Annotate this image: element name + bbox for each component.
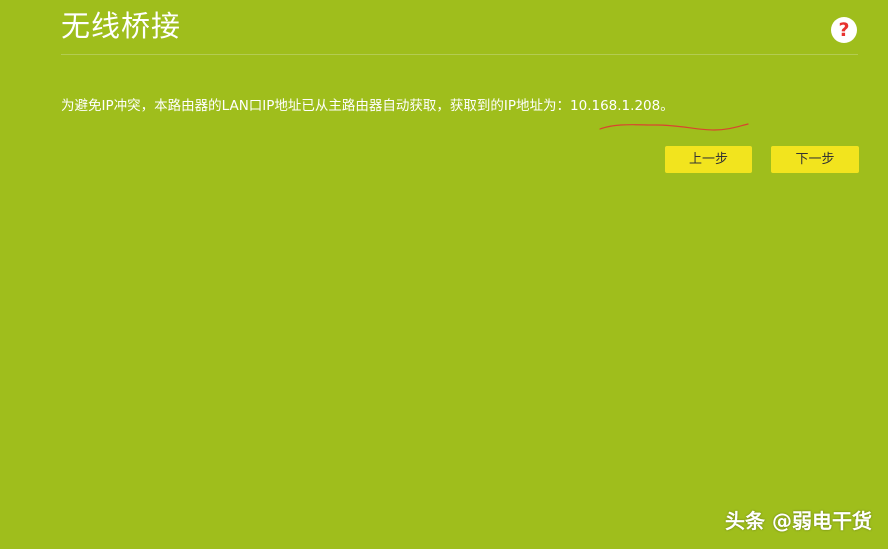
page-title: 无线桥接 xyxy=(61,9,182,43)
help-icon[interactable]: ? xyxy=(831,17,857,43)
prev-step-button[interactable]: 上一步 xyxy=(665,146,752,173)
watermark: 头条 @弱电干货 xyxy=(725,509,872,533)
title-divider xyxy=(61,54,858,55)
red-underline-annotation xyxy=(599,123,749,131)
ip-conflict-message: 为避免IP冲突，本路由器的LAN口IP地址已从主路由器自动获取，获取到的IP地址… xyxy=(61,98,674,114)
next-step-button[interactable]: 下一步 xyxy=(771,146,859,173)
